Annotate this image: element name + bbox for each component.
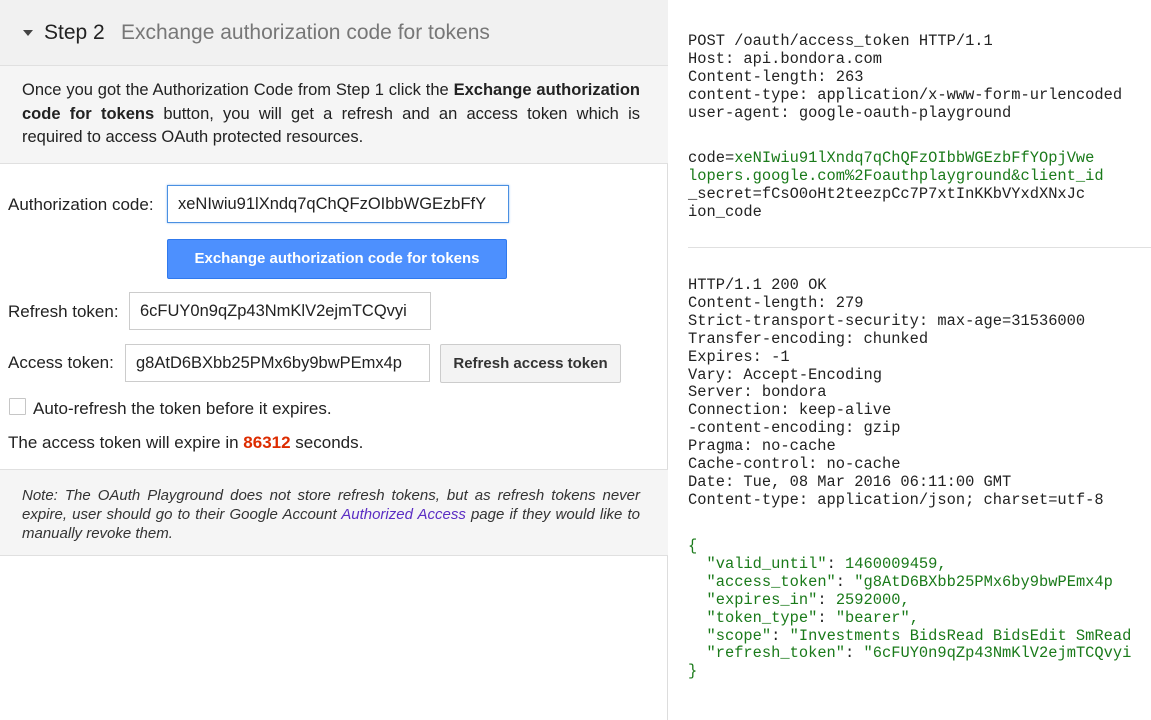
response-header-line: Connection: keep-alive	[688, 401, 892, 420]
request-body-line: ion_code	[688, 202, 762, 221]
refresh-token-input[interactable]: 6cFUY0n9qZp43NmKlV2ejmTCQvyi	[129, 292, 431, 330]
access-token-label: Access token:	[8, 353, 114, 372]
request-header-line: Content-length: 263	[688, 67, 864, 86]
auto-refresh-checkbox[interactable]	[9, 398, 26, 415]
request-body-line: _secret=fCsO0oHt2teezpCc7P7xtInKKbVYxdXN…	[688, 184, 1086, 203]
response-header-line: Content-type: application/json; charset=…	[688, 490, 1104, 509]
request-body: code=xeNIwiu91lXndq7qChQFzOIbbWGEzbFfYOp…	[688, 149, 1104, 222]
response-json: { "valid_until": 1460009459, "access_tok…	[688, 537, 1132, 681]
response-header-line: Transfer-encoding: chunked	[688, 329, 929, 348]
request-header-line: user-agent: google-oauth-playground	[688, 103, 1012, 122]
authorization-code-input[interactable]: xeNIwiu91lXndq7qChQFzOIbbWGEzbFfY	[167, 185, 509, 223]
http-log-panel: POST /oauth/access_token HTTP/1.1 Host: a…	[668, 0, 1151, 720]
request-headers: POST /oauth/access_token HTTP/1.1 Host: a…	[688, 32, 1123, 123]
json-line: "access_token": "g8AtD6BXbb25PMx6by9bwPE…	[706, 572, 1113, 591]
request-body-line: lopers.google.com%2Foauthplayground&clie…	[688, 166, 1104, 185]
json-line: "expires_in": 2592000,	[706, 590, 910, 609]
step-number: Step 2	[44, 21, 105, 44]
response-header-line: Server: bondora	[688, 383, 827, 402]
response-header-line: Date: Tue, 08 Mar 2016 06:11:00 GMT	[688, 472, 1012, 491]
authorization-code-label: Authorization code:	[8, 195, 154, 214]
step-title: Exchange authorization code for tokens	[121, 21, 490, 44]
json-line: "valid_until": 1460009459,	[706, 554, 947, 573]
response-header-line: Expires: -1	[688, 347, 790, 366]
token-expiry-text: The access token will expire in 86312 se…	[8, 433, 363, 453]
step-instructions: Once you got the Authorization Code from…	[0, 66, 668, 164]
response-header-line: Cache-control: no-cache	[688, 455, 901, 474]
refresh-token-label: Refresh token:	[8, 302, 119, 321]
storage-note: Note: The OAuth Playground does not stor…	[0, 469, 668, 556]
request-header-line: Host: api.bondora.com	[688, 49, 882, 68]
expiry-text-start: The access token will expire in	[8, 433, 244, 452]
access-token-input[interactable]: g8AtD6BXbb25PMx6by9bwPEmx4p	[125, 344, 430, 382]
response-header-line: Strict-transport-security: max-age=31536…	[688, 311, 1086, 330]
step-header[interactable]: Step 2 Exchange authorization code for t…	[0, 0, 668, 66]
request-header-line: content-type: application/x-www-form-url…	[688, 85, 1123, 104]
json-brace: }	[688, 662, 698, 681]
authorized-access-link[interactable]: Authorized Access	[341, 506, 466, 523]
section-divider	[688, 247, 1151, 248]
expiry-seconds-count: 86312	[243, 433, 291, 452]
refresh-access-token-button[interactable]: Refresh access token	[440, 344, 621, 383]
response-header-line: Vary: Accept-Encoding	[688, 365, 882, 384]
expiry-text-end: seconds.	[290, 433, 364, 452]
response-headers: HTTP/1.1 200 OK Content-length: 279 Strict…	[688, 276, 1104, 510]
json-line: "token_type": "bearer",	[706, 608, 919, 627]
response-status-line: HTTP/1.1 200 OK	[688, 276, 827, 294]
collapse-triangle-icon[interactable]	[23, 30, 33, 36]
response-header-line: Content-length: 279	[688, 293, 864, 312]
intro-text: Once you got the Authorization Code from…	[22, 81, 454, 99]
response-header-line: Pragma: no-cache	[688, 437, 836, 456]
exchange-code-button[interactable]: Exchange authorization code for tokens	[167, 239, 507, 279]
response-header-line: -content-encoding: gzip	[688, 419, 901, 438]
json-line: "refresh_token": "6cFUY0n9qZp43NmKlV2ejm…	[706, 644, 1132, 663]
json-brace: {	[688, 537, 698, 555]
auto-refresh-label[interactable]: Auto-refresh the token before it expires…	[33, 399, 332, 419]
json-line: "scope": "Investments BidsRead BidsEdit …	[706, 626, 1132, 645]
oauth-step-panel: Step 2 Exchange authorization code for t…	[0, 0, 668, 720]
request-body-line: code=xeNIwiu91lXndq7qChQFzOIbbWGEzbFfYOp…	[688, 149, 1095, 167]
request-line: POST /oauth/access_token HTTP/1.1	[688, 32, 993, 50]
